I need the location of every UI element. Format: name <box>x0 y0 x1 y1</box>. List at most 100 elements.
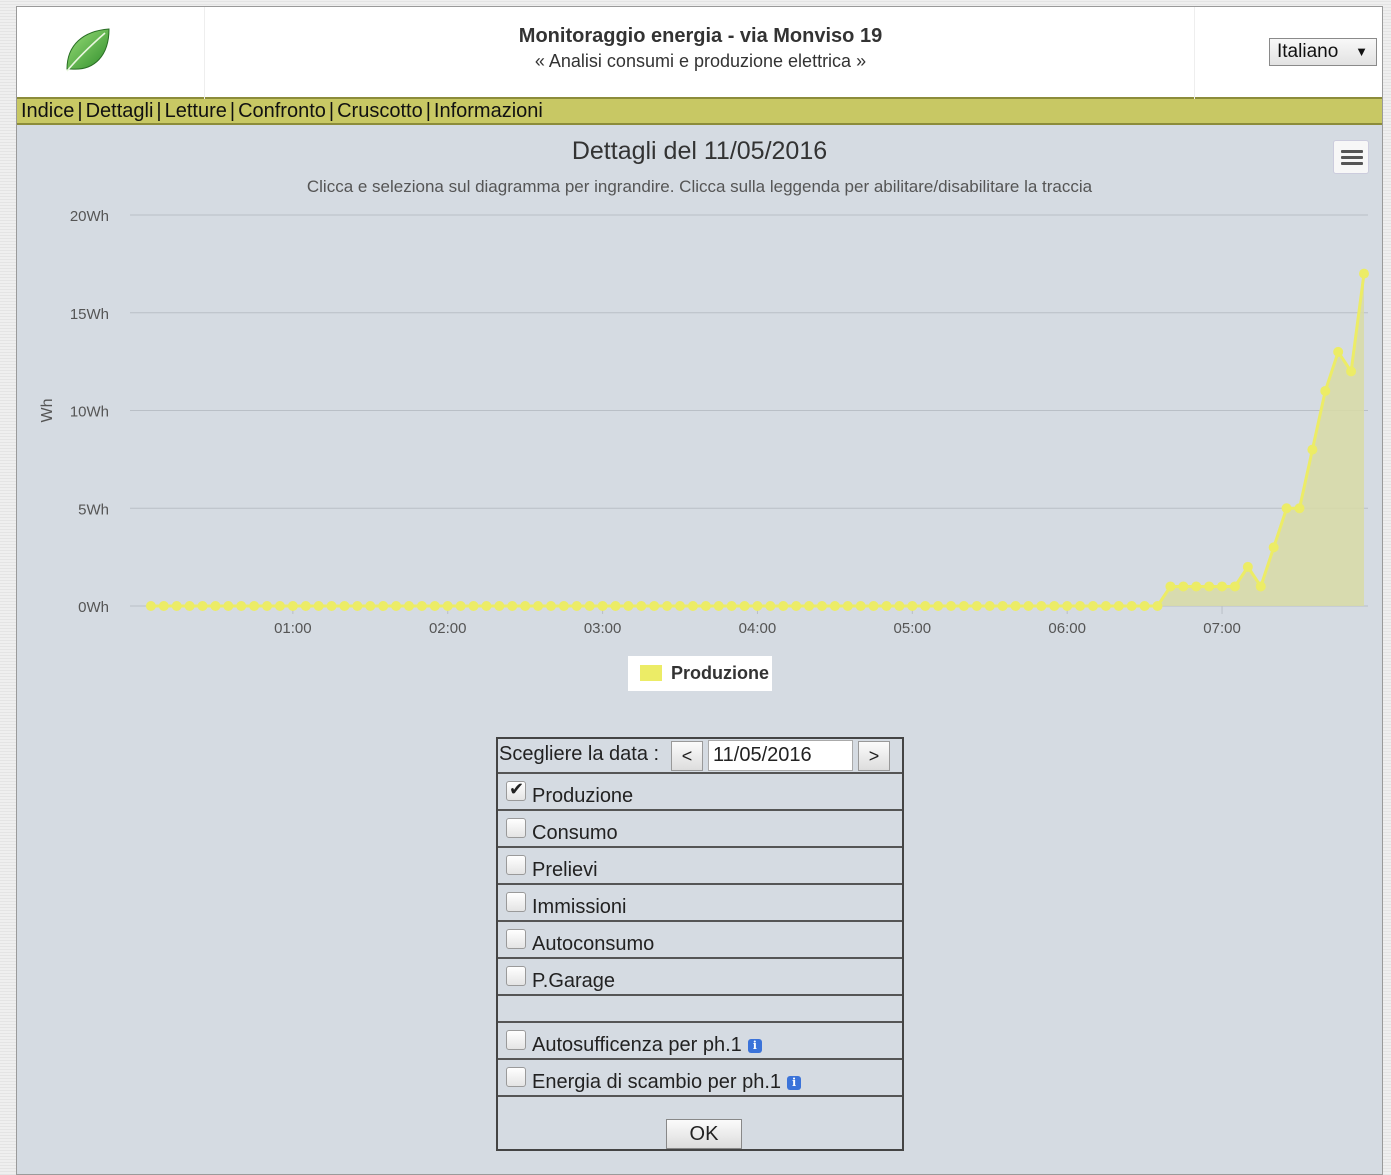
option-label: Prelievi <box>532 859 598 881</box>
x-tick-label: 06:00 <box>1048 620 1086 637</box>
option-row-consumo[interactable]: Consumo <box>498 811 902 848</box>
data-point <box>1010 601 1021 611</box>
series-line <box>150 273 1366 608</box>
data-point <box>184 601 195 611</box>
data-point <box>868 601 879 611</box>
option-label-text: Autosufficenza per ph.1 <box>532 1034 742 1056</box>
data-point <box>442 601 453 611</box>
data-point <box>339 601 350 611</box>
date-form: Scegliere la data : < 11/05/2016 > Produ… <box>496 737 904 1151</box>
data-point <box>855 601 866 611</box>
data-point <box>507 601 518 611</box>
spacer-row <box>498 996 902 1023</box>
y-axis-label: Wh <box>39 399 56 423</box>
data-point <box>223 601 234 611</box>
page-frame: Monitoraggio energia - via Monviso 19 « … <box>16 6 1383 1175</box>
data-point <box>1113 601 1124 611</box>
x-tick-label: 07:00 <box>1203 620 1241 637</box>
y-tick-label: 0Wh <box>78 599 109 616</box>
checkbox-autoconsumo[interactable] <box>506 929 526 949</box>
option-row-prelievi[interactable]: Prelievi <box>498 848 902 885</box>
data-point <box>326 601 337 611</box>
legend-item-produzione[interactable]: Produzione <box>628 656 772 691</box>
data-point <box>791 601 802 611</box>
data-point <box>1023 601 1034 611</box>
data-point <box>804 601 815 611</box>
option-row-immissioni[interactable]: Immissioni <box>498 885 902 922</box>
data-point <box>145 601 156 611</box>
data-point <box>1346 366 1357 377</box>
data-point <box>713 601 724 611</box>
data-point <box>558 601 569 611</box>
data-point <box>1268 542 1279 553</box>
checkbox-immissioni[interactable] <box>506 892 526 912</box>
data-point <box>700 601 711 611</box>
data-point <box>455 601 466 611</box>
data-point <box>765 601 776 611</box>
checkbox-prelievi[interactable] <box>506 855 526 875</box>
checkbox-p-garage[interactable] <box>506 966 526 986</box>
data-point <box>920 601 931 611</box>
chart-area[interactable]: 0Wh 5Wh 10Wh 15Wh 20Wh Wh 01:00 02:00 03:00 04:00… <box>17 7 1382 707</box>
option-row-p-garage[interactable]: P.Garage <box>498 959 902 996</box>
data-point <box>894 601 905 611</box>
x-tick-label: 02:00 <box>429 620 467 637</box>
data-point <box>249 601 260 611</box>
checkbox-produzione[interactable] <box>506 779 526 801</box>
data-point <box>352 601 363 611</box>
data-point <box>662 601 673 611</box>
checkbox-consumo[interactable] <box>506 818 526 838</box>
y-tick-label: 20Wh <box>70 208 109 225</box>
option-row-produzione[interactable]: Produzione <box>498 774 902 811</box>
data-point <box>1217 581 1228 592</box>
data-point <box>1294 503 1305 514</box>
option-label: Immissioni <box>532 896 627 918</box>
data-point <box>481 601 492 611</box>
data-point <box>571 601 582 611</box>
data-point <box>404 601 415 611</box>
data-point <box>391 601 402 611</box>
data-point <box>1075 601 1086 611</box>
data-point <box>1255 581 1266 592</box>
data-point <box>1229 581 1240 592</box>
y-tick-label: 10Wh <box>70 404 109 421</box>
data-point <box>907 601 918 611</box>
option-label: Consumo <box>532 822 618 844</box>
data-point <box>1242 561 1253 572</box>
data-point <box>726 601 737 611</box>
data-point <box>1307 444 1318 455</box>
checkbox-autosufficenza[interactable] <box>506 1030 526 1050</box>
date-input[interactable]: 11/05/2016 <box>708 740 853 771</box>
data-point <box>687 601 698 611</box>
data-point <box>1204 581 1215 592</box>
data-point <box>649 601 660 611</box>
legend-label: Produzione <box>671 663 769 683</box>
option-row-autosufficenza[interactable]: Autosufficenza per ph.1 i <box>498 1023 902 1060</box>
data-point <box>610 601 621 611</box>
next-date-button[interactable]: > <box>858 741 890 771</box>
data-point <box>933 601 944 611</box>
ok-button[interactable]: OK <box>666 1119 742 1149</box>
data-point <box>494 601 505 611</box>
data-point <box>378 601 389 611</box>
option-row-autoconsumo[interactable]: Autoconsumo <box>498 922 902 959</box>
data-point <box>842 601 853 611</box>
info-icon[interactable]: i <box>747 1039 762 1053</box>
info-icon[interactable]: i <box>787 1076 802 1090</box>
prev-date-button[interactable]: < <box>671 741 703 771</box>
data-point <box>158 601 169 611</box>
data-point <box>597 601 608 611</box>
x-tick-label: 05:00 <box>894 620 932 637</box>
data-point <box>197 601 208 611</box>
data-point <box>1281 503 1292 514</box>
option-row-energia-scambio[interactable]: Energia di scambio per ph.1 i <box>498 1060 902 1097</box>
data-point <box>778 601 789 611</box>
x-tick-label: 01:00 <box>274 620 312 637</box>
data-point <box>545 601 556 611</box>
data-point <box>1100 601 1111 611</box>
data-point <box>971 601 982 611</box>
data-point <box>1191 581 1202 592</box>
option-label: Produzione <box>532 785 634 807</box>
data-point <box>1049 601 1060 611</box>
checkbox-energia-scambio[interactable] <box>506 1067 526 1087</box>
